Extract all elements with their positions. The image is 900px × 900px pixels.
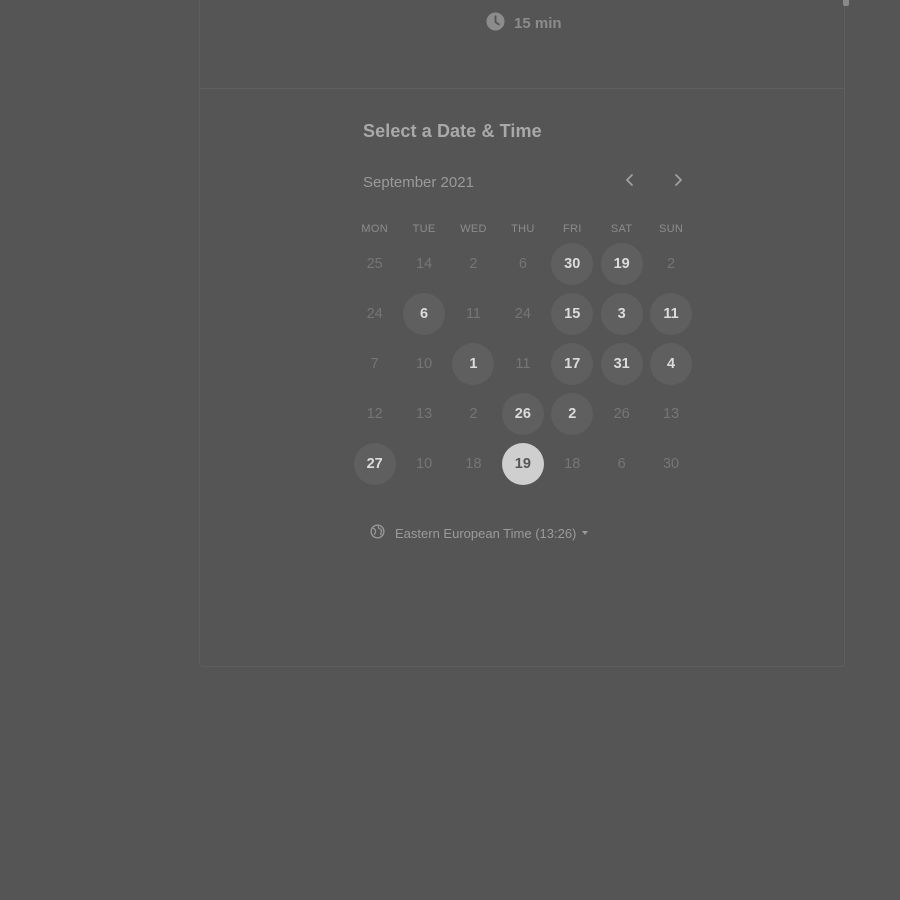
- calendar-day-cell: 30: [548, 242, 597, 286]
- clock-icon: [486, 11, 505, 35]
- calendar-day-available[interactable]: 19: [600, 243, 643, 285]
- chevron-right-icon: [672, 173, 684, 192]
- weekday-sat: SAT: [610, 223, 633, 235]
- calendar-day-cell: 26: [597, 392, 646, 436]
- weekday-fri: FRI: [562, 223, 582, 235]
- calendar-day-cell: 2: [646, 242, 695, 286]
- calendar-day-cell: 24: [498, 292, 547, 336]
- calendar-day-unavailable: 13: [416, 406, 433, 422]
- calendar-day-unavailable: 13: [662, 406, 680, 422]
- calendar-day-cell: 11: [646, 292, 695, 336]
- calendar-day-cell: 24: [350, 292, 399, 336]
- calendar-day-cell: 6: [399, 292, 448, 336]
- calendar-day-available[interactable]: 3: [600, 293, 643, 335]
- calendar-day-cell: 2: [449, 392, 498, 436]
- calendar-day-available[interactable]: 30: [551, 243, 594, 285]
- calendar-day-available[interactable]: 26: [501, 393, 544, 435]
- calendar-week-row: 7 10 1 11 17 31 4: [350, 342, 696, 386]
- calendar-day-unavailable: 11: [465, 306, 481, 322]
- caret-down-icon: [582, 531, 589, 535]
- calendar-day-cell: 27: [350, 442, 399, 486]
- calendar-day-available[interactable]: 15: [551, 293, 594, 335]
- calendar-day-available[interactable]: 31: [600, 343, 643, 385]
- calendar-day-available[interactable]: 1: [452, 343, 495, 385]
- previous-month-button[interactable]: [618, 170, 642, 194]
- calendar-week-row: 24 6 11 24 15 3 11: [350, 292, 696, 336]
- page-title: Select a Date & Time: [363, 121, 542, 141]
- calendar-day-cell: 26: [498, 392, 547, 436]
- calendar-day-unavailable: 12: [366, 406, 383, 422]
- calendar-day-available[interactable]: 11: [650, 293, 693, 335]
- timezone-label: Eastern European Time (13:26): [395, 525, 577, 541]
- calendar-day-cell: 31: [597, 342, 646, 386]
- calendar-day-unavailable: 2: [469, 256, 478, 272]
- section-divider: [200, 88, 845, 89]
- calendar-day-cell: 18: [548, 442, 597, 486]
- calendar-day-cell: 10: [399, 442, 448, 486]
- next-month-button[interactable]: [666, 170, 690, 194]
- calendar-day-cell: 11: [449, 292, 498, 336]
- weekday-header: MON TUE WED THU FRI SAT SUN: [350, 223, 696, 235]
- calendar-day-unavailable: 24: [366, 306, 383, 322]
- calendar-day-cell: 2: [449, 242, 498, 286]
- calendar-day-unavailable: 25: [366, 256, 383, 272]
- calendar-day-cell: 17: [548, 342, 597, 386]
- calendar-day-available[interactable]: 2: [551, 393, 594, 435]
- calendar-day-cell: 10: [399, 342, 448, 386]
- calendar-day-cell: 14: [399, 242, 448, 286]
- weekday-wed: WED: [460, 223, 487, 235]
- calendar-day-unavailable: 18: [564, 456, 581, 472]
- calendar-day-available[interactable]: 6: [403, 293, 446, 335]
- calendar-day-cell: 30: [646, 442, 695, 486]
- globe-icon: [370, 524, 385, 542]
- calendar-day-unavailable: 2: [469, 406, 478, 422]
- calendar-day-cell: 11: [498, 342, 547, 386]
- timezone-selector[interactable]: Eastern European Time (13:26): [370, 524, 589, 542]
- calendar-day-cell: 19: [498, 442, 547, 486]
- chevron-left-icon: [624, 173, 636, 192]
- calendar-day-cell: 15: [548, 292, 597, 336]
- calendar-day-unavailable: 2: [666, 256, 676, 272]
- month-label: September 2021: [363, 174, 474, 191]
- calendar-day-unavailable: 6: [617, 456, 626, 472]
- calendar-day-unavailable: 18: [465, 456, 482, 472]
- calendar-day-cell: 18: [449, 442, 498, 486]
- calendar-week-row: 27 10 18 19 18 6 30: [350, 442, 696, 486]
- weekday-mon: MON: [361, 223, 388, 235]
- calendar-day-cell: 6: [498, 242, 547, 286]
- calendar-day-unavailable: 30: [662, 456, 680, 472]
- calendar-day-cell: 13: [399, 392, 448, 436]
- calendar-day-unavailable: 7: [370, 356, 379, 372]
- calendar-day-cell: 12: [350, 392, 399, 436]
- calendar-day-unavailable: 10: [416, 356, 433, 372]
- calendar-day-unavailable: 14: [416, 256, 433, 272]
- calendar-day-cell: 19: [597, 242, 646, 286]
- calendar-day-cell: 2: [548, 392, 597, 436]
- calendar-week-row: 12 13 2 26 2 26 13: [350, 392, 696, 436]
- calendar-week-row: 25 14 2 6 30 19 2: [350, 242, 696, 286]
- scrollbar-thumb[interactable]: [843, 0, 849, 6]
- calendar-day-cell: 3: [597, 292, 646, 336]
- calendar-day-unavailable: 10: [416, 456, 433, 472]
- calendar-day-unavailable: 26: [613, 406, 630, 422]
- duration-label: 15 min: [514, 14, 562, 32]
- weekday-tue: TUE: [412, 223, 436, 235]
- calendar-day-available[interactable]: 17: [551, 343, 594, 385]
- calendar-day-cell: 4: [646, 342, 695, 386]
- calendar-day-available[interactable]: 4: [650, 343, 693, 385]
- calendar-day-selected[interactable]: 19: [501, 443, 544, 485]
- weekday-sun: SUN: [658, 223, 684, 235]
- calendar-day-cell: 6: [597, 442, 646, 486]
- calendar-day-cell: 25: [350, 242, 399, 286]
- calendar-day-available[interactable]: 27: [353, 443, 396, 485]
- calendar-day-unavailable: 24: [514, 306, 531, 322]
- weekday-thu: THU: [511, 223, 535, 235]
- event-duration: 15 min: [486, 11, 562, 35]
- calendar-day-cell: 1: [449, 342, 498, 386]
- calendar-day-cell: 13: [646, 392, 695, 436]
- calendar-day-unavailable: 6: [518, 256, 527, 272]
- calendar-day-cell: 7: [350, 342, 399, 386]
- calendar-day-unavailable: 11: [515, 356, 531, 372]
